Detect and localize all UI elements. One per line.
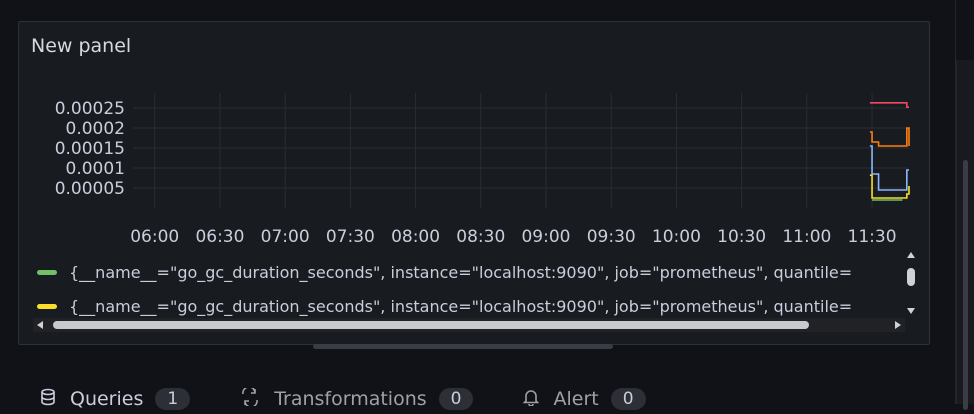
scrollbar-thumb[interactable] (907, 268, 915, 286)
x-tick-label: 06:30 (195, 227, 244, 247)
legend-item-label: {__name__="go_gc_duration_seconds", inst… (69, 296, 853, 316)
scroll-down-icon[interactable] (907, 308, 915, 314)
page-scrollbar[interactable] (955, 0, 974, 410)
legend-vertical-scrollbar[interactable] (905, 248, 917, 318)
y-tick-label: 0.0001 (66, 159, 125, 179)
scroll-right-icon[interactable] (895, 321, 901, 329)
panel: New panel 0.00025 0.0002 0.00015 0.0001 0.00… (18, 21, 930, 345)
x-tick-label: 09:30 (587, 227, 636, 247)
x-tick-label: 07:30 (326, 227, 375, 247)
y-tick-label: 0.00015 (55, 139, 125, 159)
tab-count-badge: 1 (155, 388, 191, 410)
x-tick-label: 09:00 (521, 227, 570, 247)
scrollbar-track (956, 60, 974, 410)
tab-label: Queries (70, 388, 144, 410)
series-line (869, 174, 910, 199)
time-series-chart: 0.000250.00020.000150.00010.00005 06:00 06… (55, 93, 910, 247)
x-tick-label: 10:30 (717, 227, 766, 247)
tab-alert[interactable]: Alert 0 (523, 388, 646, 411)
legend-item[interactable]: {__name__="go_gc_duration_seconds", inst… (31, 260, 931, 284)
scroll-up-icon[interactable] (907, 252, 915, 258)
legend-color-swatch (37, 269, 57, 275)
tab-label: Transformations (274, 388, 427, 410)
y-tick-label: 0.00005 (55, 179, 125, 199)
bell-icon (523, 388, 540, 411)
legend-color-swatch (37, 303, 57, 309)
y-tick-label: 0.00025 (55, 99, 125, 119)
scrollbar-thumb[interactable] (53, 321, 809, 329)
tab-count-badge: 0 (610, 388, 646, 410)
x-tick-label: 11:30 (848, 227, 897, 247)
tab-transformations[interactable]: Transformations 0 (240, 385, 474, 411)
x-tick-label: 07:00 (261, 227, 310, 247)
database-icon (40, 388, 56, 411)
tab-queries[interactable]: Queries 1 (40, 388, 191, 411)
legend-item-label: {__name__="go_gc_duration_seconds", inst… (69, 262, 853, 282)
tab-label: Alert (553, 388, 599, 410)
x-tick-label: 08:00 (391, 227, 440, 247)
legend-item[interactable]: {__name__="go_gc_duration_seconds", inst… (31, 294, 931, 318)
tab-count-badge: 0 (438, 388, 474, 410)
x-tick-label: 06:00 (130, 227, 179, 247)
editor-tabs: Queries 1 Transformations 0 Alert 0 (40, 384, 696, 414)
scrollbar-thumb[interactable] (963, 160, 968, 410)
x-tick-label: 10:00 (652, 227, 701, 247)
legend-horizontal-scrollbar[interactable] (33, 318, 905, 332)
panel-resize-handle[interactable] (313, 344, 613, 349)
scroll-left-icon[interactable] (37, 321, 43, 329)
transform-icon (240, 385, 260, 411)
x-tick-label: 08:30 (456, 227, 505, 247)
y-tick-label: 0.0002 (66, 119, 125, 139)
series-line (869, 127, 910, 147)
x-tick-label: 11:00 (782, 227, 831, 247)
series-line (869, 102, 909, 108)
